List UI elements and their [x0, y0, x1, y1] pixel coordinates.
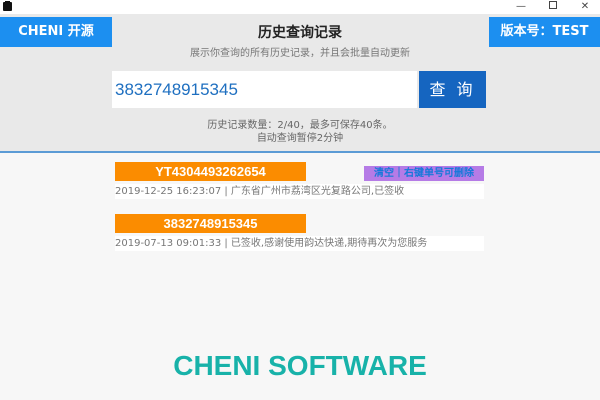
tracking-number-badge[interactable]: YT4304493262654	[115, 162, 306, 181]
close-button[interactable]: ✕	[570, 0, 600, 14]
clear-history-button[interactable]: 清空｜右键单号可删除	[364, 166, 484, 181]
record-status: 2019-12-25 16:23:07 | 广东省广州市荔湾区光复路公司,已签收	[115, 184, 484, 199]
app-icon	[3, 1, 12, 11]
header-divider	[0, 151, 600, 153]
maximize-icon	[549, 1, 557, 9]
page-subtitle: 展示你查询的所有历史记录，并且会批量自动更新	[190, 48, 410, 59]
query-button[interactable]: 查 询	[419, 71, 486, 108]
page-title: 历史查询记录	[258, 25, 342, 41]
minimize-button[interactable]: —	[506, 0, 536, 14]
record-status: 2019-07-13 09:01:33 | 已签收,感谢使用韵达快递,期待再次为…	[115, 236, 484, 251]
maximize-button[interactable]	[538, 0, 568, 14]
title-bar: — ✕	[0, 0, 600, 14]
footer-brand: CHENI SOFTWARE	[173, 350, 427, 381]
tracking-number-badge[interactable]: 3832748915345	[115, 214, 306, 233]
brand-badge[interactable]: CHENI 开源	[0, 17, 112, 47]
version-badge[interactable]: 版本号：TEST	[489, 17, 600, 47]
auto-pause-text: 自动查询暂停2分钟	[256, 133, 344, 144]
tracking-search-input[interactable]	[112, 71, 417, 108]
